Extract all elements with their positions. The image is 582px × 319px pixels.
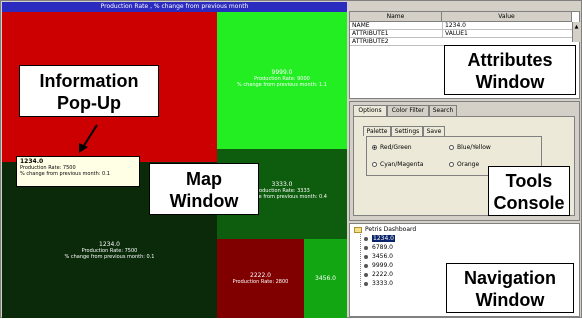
callout-arrow-icon [79, 124, 98, 153]
dashboard-app: Production Rate , % change from previous… [0, 0, 582, 318]
